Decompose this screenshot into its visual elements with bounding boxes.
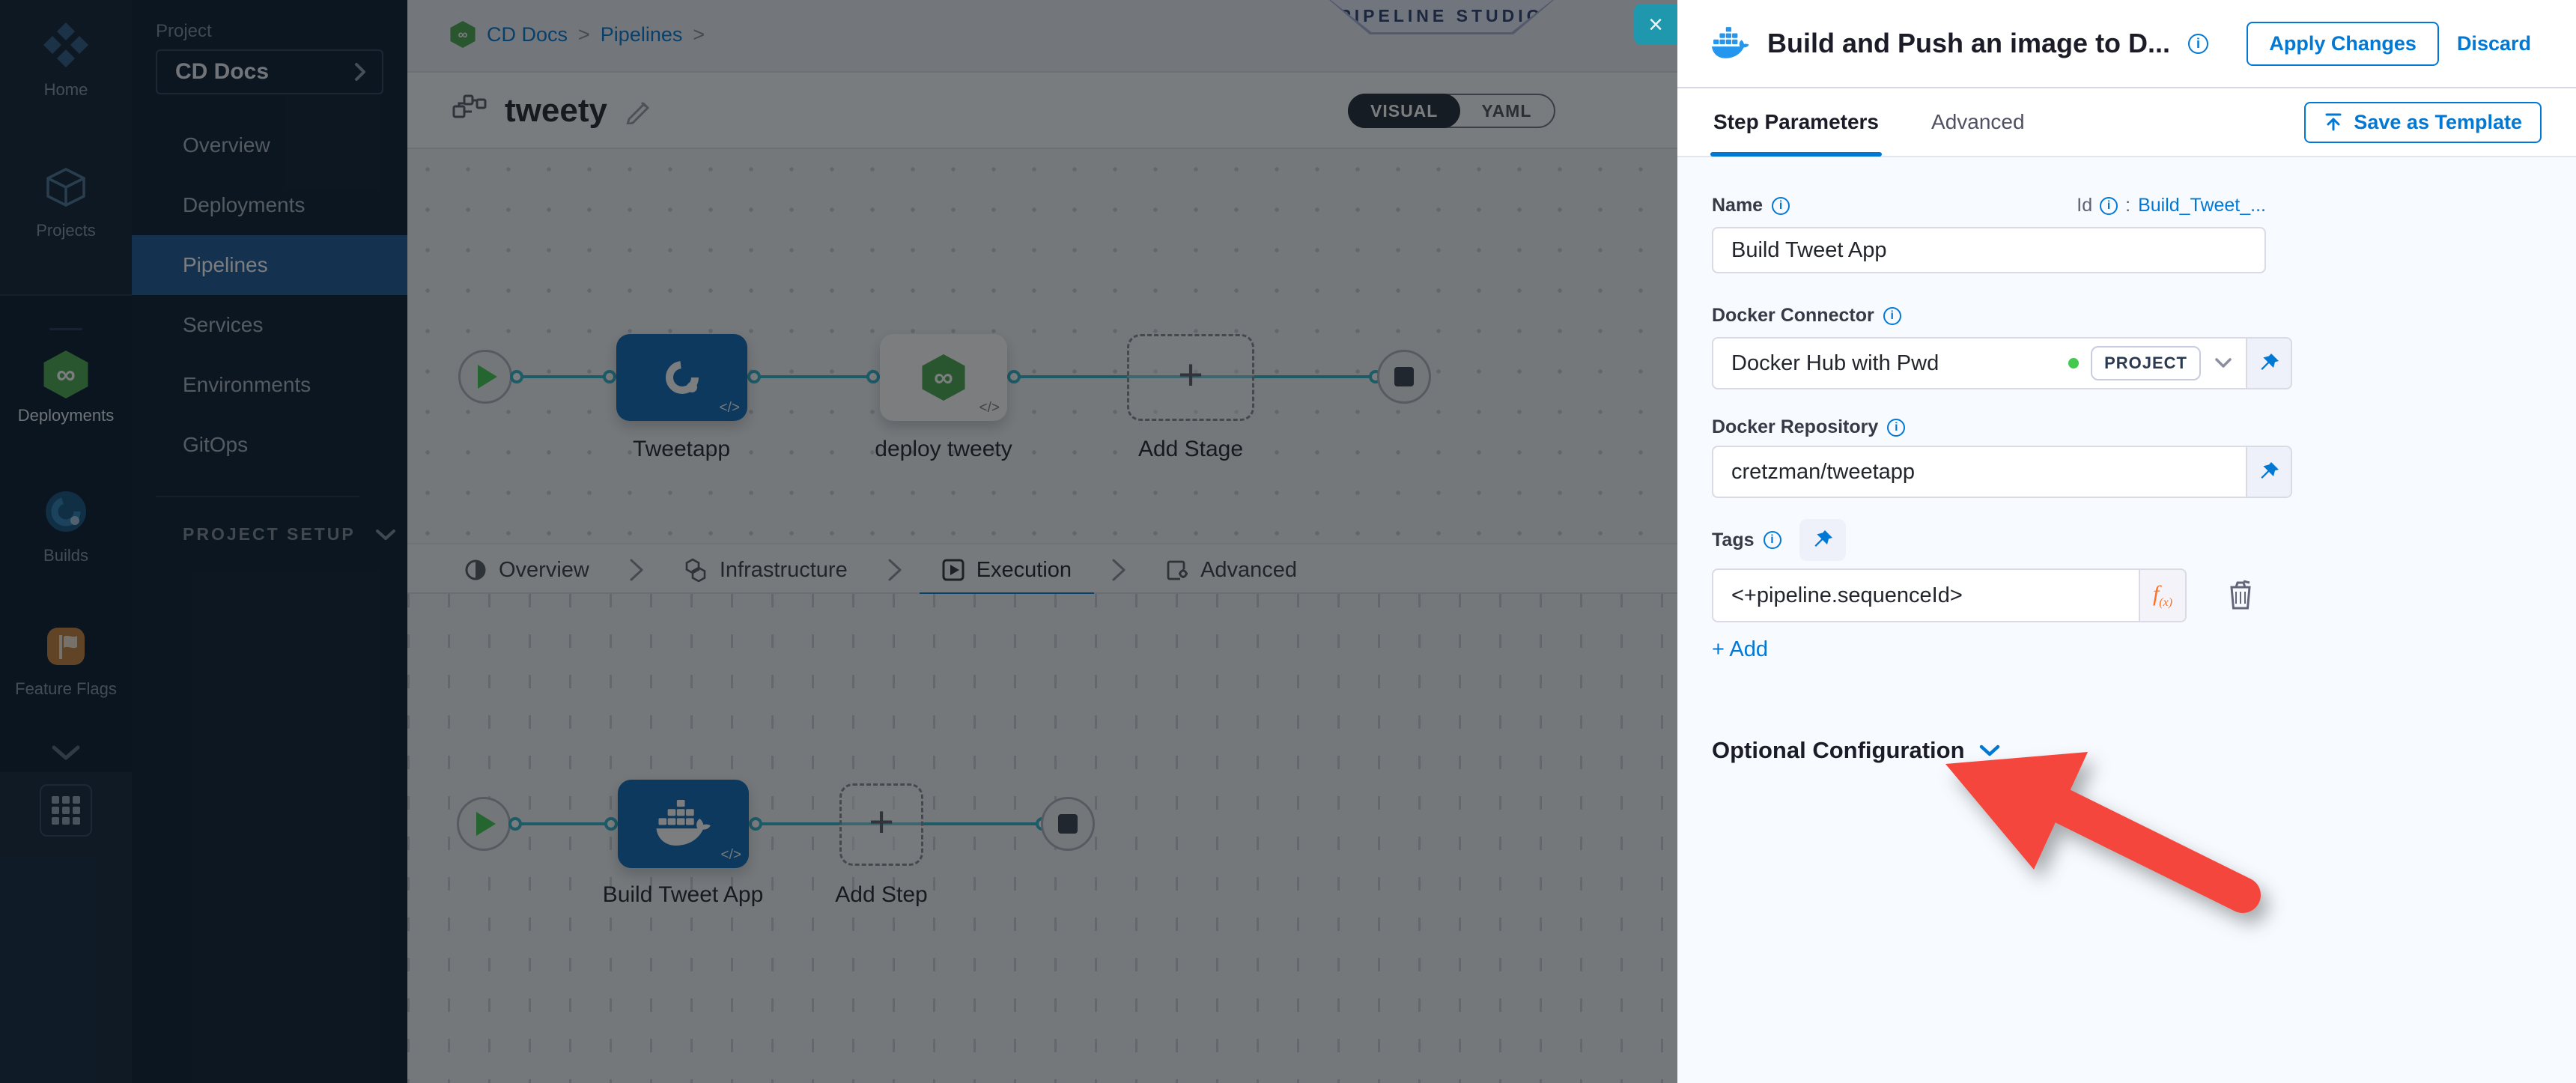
pin-connector-button[interactable] (2246, 339, 2291, 388)
drawer-header: Build and Push an image to D... i Apply … (1677, 0, 2576, 88)
pin-icon (2258, 461, 2280, 483)
pin-icon (1811, 529, 1834, 551)
info-icon[interactable]: i (2188, 34, 2208, 54)
expression-fx-button[interactable]: f(x) (2139, 570, 2185, 621)
tab-step-parameters[interactable]: Step Parameters (1712, 88, 1880, 157)
step-title: Build and Push an image to D... (1767, 28, 2170, 59)
info-icon[interactable]: i (2100, 197, 2118, 215)
docker-repository-input[interactable] (1713, 447, 2246, 497)
docker-repository-field (1712, 446, 2292, 498)
chevron-down-icon (1978, 744, 2001, 757)
id-label: Id (2077, 195, 2092, 216)
info-icon[interactable]: i (1887, 419, 1905, 437)
docker-icon (1712, 27, 1749, 60)
tags-label: Tags i (1712, 530, 1781, 551)
info-icon[interactable]: i (1883, 307, 1901, 325)
step-id: Id i : Build_Tweet_... (2077, 195, 2266, 216)
trash-icon (2226, 578, 2255, 611)
connector-status-dot (2068, 358, 2079, 368)
drawer-body: Name i Id i : Build_Tweet_... Docker Con… (1677, 157, 2576, 1083)
save-as-template-button[interactable]: Save as Template (2304, 102, 2542, 143)
scope-badge[interactable]: PROJECT (2091, 346, 2201, 380)
close-icon: × (1648, 10, 1663, 39)
id-separator: : (2125, 195, 2130, 216)
name-input[interactable] (1712, 227, 2266, 273)
delete-tag-button[interactable] (2226, 578, 2255, 613)
drawer-tabbar: Step Parameters Advanced Save as Templat… (1677, 88, 2576, 157)
id-value-link[interactable]: Build_Tweet_... (2138, 195, 2266, 216)
info-icon[interactable]: i (1772, 197, 1790, 215)
pin-tags-button[interactable] (1799, 519, 1846, 561)
optional-configuration-label: Optional Configuration (1712, 737, 1965, 764)
add-tag-link[interactable]: + Add (1712, 637, 1768, 662)
upload-icon (2324, 112, 2343, 133)
discard-button[interactable]: Discard (2457, 32, 2531, 55)
pin-icon (2258, 352, 2280, 374)
pin-repository-button[interactable] (2246, 447, 2291, 497)
drawer-backdrop[interactable] (0, 0, 1677, 1083)
close-drawer-button[interactable]: × (1634, 4, 1677, 45)
optional-configuration-toggle[interactable]: Optional Configuration (1712, 737, 2542, 764)
tab-advanced[interactable]: Advanced (1930, 88, 2026, 157)
docker-repository-label: Docker Repository i (1712, 416, 2542, 438)
apply-changes-button[interactable]: Apply Changes (2247, 22, 2439, 66)
save-as-template-label: Save as Template (2354, 111, 2522, 134)
tag-field: f(x) (1712, 568, 2187, 622)
docker-connector-value: Docker Hub with Pwd (1713, 351, 2068, 376)
tag-input[interactable] (1713, 570, 2139, 621)
name-label: Name i (1712, 195, 1790, 216)
step-config-drawer: Build and Push an image to D... i Apply … (1677, 0, 2576, 1083)
chevron-down-icon[interactable] (2214, 357, 2232, 369)
docker-connector-field[interactable]: Docker Hub with Pwd PROJECT (1712, 337, 2292, 389)
info-icon[interactable]: i (1764, 531, 1781, 549)
docker-connector-label: Docker Connector i (1712, 305, 2542, 327)
